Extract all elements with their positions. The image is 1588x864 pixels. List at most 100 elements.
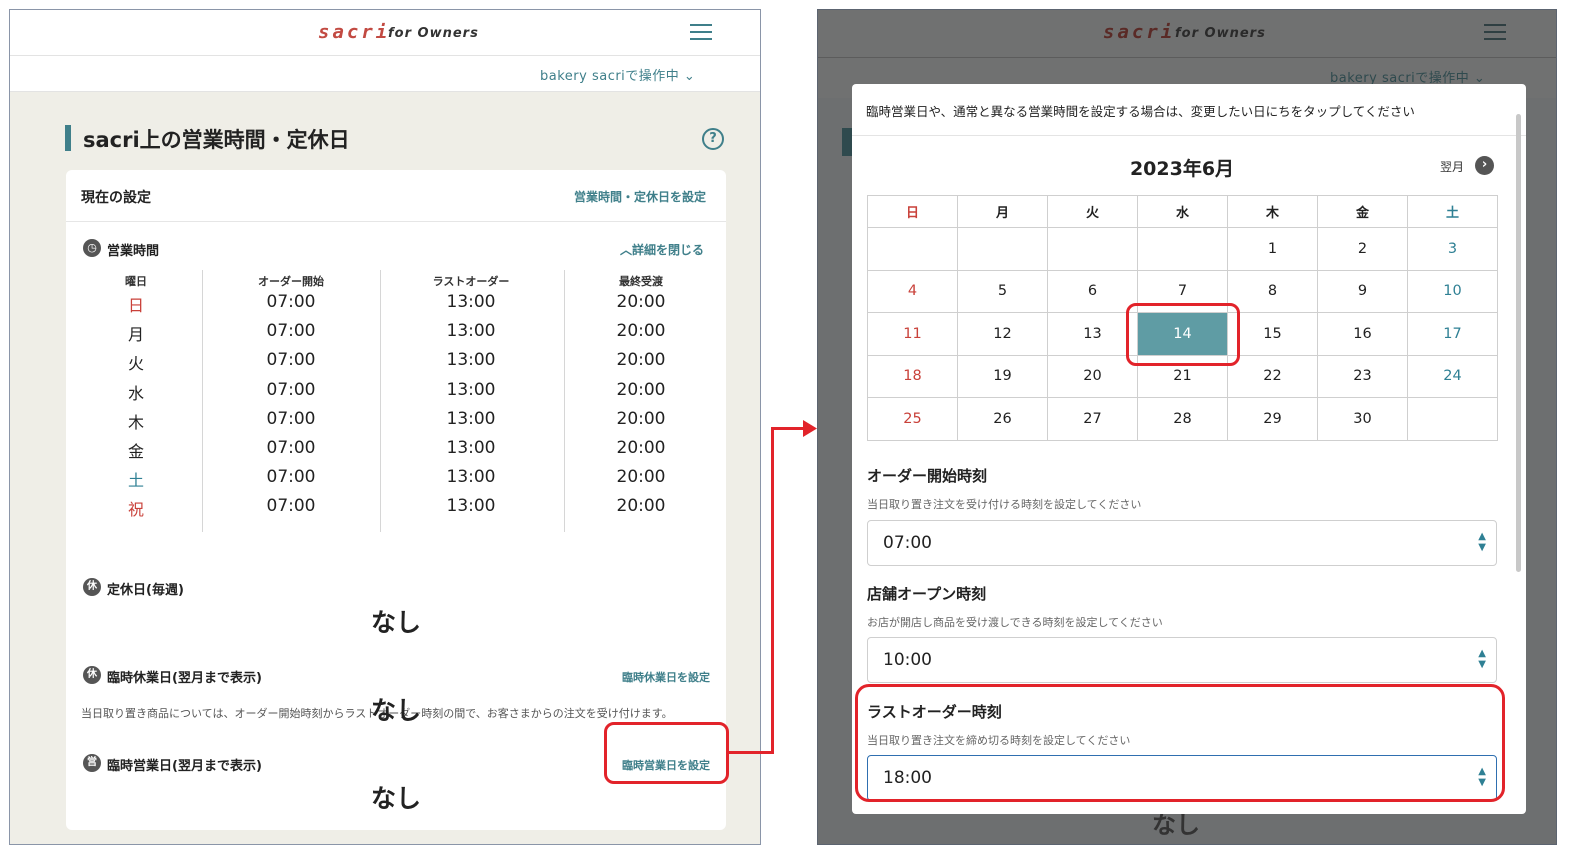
calendar-day[interactable]: 8 <box>1227 269 1318 313</box>
last-order-cell: 13:00 <box>446 379 496 400</box>
calendar-day[interactable]: 6 <box>1047 269 1138 313</box>
divider <box>202 270 203 532</box>
chevron-right-icon[interactable]: › <box>1475 156 1494 175</box>
calendar-day[interactable]: 19 <box>957 354 1048 398</box>
calendar-day[interactable]: 30 <box>1317 397 1408 441</box>
order-start-cell: 07:00 <box>266 379 316 400</box>
temp-closed-link[interactable]: 臨時休業日を設定 <box>622 669 710 685</box>
open-time-help: お店が開店し商品を受け渡しできる時刻を設定してください <box>867 616 1163 629</box>
calendar-day[interactable]: 17 <box>1407 312 1498 356</box>
last-order-cell: 13:00 <box>446 467 496 488</box>
final-delivery-cell: 20:00 <box>616 321 666 342</box>
open-icon: 営 <box>83 754 101 772</box>
weekday-header: 水 <box>1137 195 1228 228</box>
day-cell: 火 <box>127 354 144 374</box>
calendar-day[interactable]: 22 <box>1227 354 1318 398</box>
calendar-day[interactable]: 20 <box>1047 354 1138 398</box>
clock-icon: ◷ <box>83 239 101 257</box>
arrow-segment <box>771 427 774 754</box>
final-delivery-cell: 20:00 <box>616 379 666 400</box>
day-cell: 金 <box>127 442 144 461</box>
divider <box>564 270 565 532</box>
order-start-cell: 07:00 <box>266 438 316 458</box>
order-start-cell: 07:00 <box>266 292 316 312</box>
arrow-segment <box>729 751 774 754</box>
calendar-day[interactable]: 25 <box>867 397 958 441</box>
calendar-day[interactable]: 16 <box>1317 312 1408 356</box>
calendar-day[interactable]: 4 <box>867 269 958 313</box>
calendar-month: 2023年6月 <box>1129 158 1235 180</box>
calendar-day[interactable]: 18 <box>867 354 958 398</box>
last-order-cell: 13:00 <box>446 408 496 429</box>
calendar-day[interactable]: 2 <box>1317 227 1408 271</box>
divider <box>380 270 381 532</box>
calendar-day[interactable]: 24 <box>1407 354 1498 398</box>
scrollbar[interactable] <box>1516 114 1521 572</box>
final-delivery-cell: 20:00 <box>616 350 666 371</box>
calendar-day[interactable]: 5 <box>957 269 1048 313</box>
weekday-header: 月 <box>957 195 1048 228</box>
calendar-empty-cell <box>1407 397 1498 441</box>
store-selector[interactable]: bakery sacriで操作中 ⌄ <box>540 65 695 84</box>
calendar-day[interactable]: 27 <box>1047 397 1138 441</box>
calendar-day[interactable]: 29 <box>1227 397 1318 441</box>
next-month-label[interactable]: 翌月 <box>1440 158 1464 175</box>
open-time-select[interactable]: 10:00 ▲ ▼ <box>867 637 1497 683</box>
left-screen: sacri for Owners bakery sacriで操作中 ⌄ sacr… <box>9 9 761 845</box>
calendar-day[interactable]: 26 <box>957 397 1048 441</box>
logo-subtitle: for Owners <box>1175 26 1266 41</box>
help-icon[interactable]: ? <box>702 128 724 150</box>
page-title: sacri上の営業時間・定休日 <box>83 128 350 152</box>
weekday-header: 土 <box>1407 195 1498 228</box>
col-header-day: 曜日 <box>125 275 147 288</box>
day-cell: 日 <box>127 296 144 315</box>
order-start-select[interactable]: 07:00 ▲ ▼ <box>867 520 1497 566</box>
calendar-empty-cell <box>1047 227 1138 271</box>
highlight-box <box>855 684 1505 802</box>
weekday-header: 金 <box>1317 195 1408 228</box>
close-details-link[interactable]: ︿詳細を閉じる <box>620 241 704 258</box>
logo: sacri <box>318 21 391 43</box>
order-start-cell: 07:00 <box>266 408 316 429</box>
select-arrows-icon: ▲ ▼ <box>1478 648 1486 670</box>
title-accent-bar <box>65 125 71 151</box>
day-cell: 祝 <box>127 500 144 520</box>
app-header: sacri for Owners <box>10 10 760 56</box>
calendar-day[interactable]: 3 <box>1407 227 1498 271</box>
arrow-head-icon <box>803 420 817 437</box>
title-accent-bar <box>842 128 852 156</box>
arrow-segment <box>771 427 807 430</box>
day-cell: 木 <box>127 412 144 432</box>
set-hours-link[interactable]: 営業時間・定休日を設定 <box>574 188 706 205</box>
weekday-header: 木 <box>1227 195 1318 228</box>
hamburger-menu-icon[interactable] <box>1484 24 1506 40</box>
hamburger-menu-icon[interactable] <box>690 24 712 40</box>
rest-icon: 休 <box>83 666 101 684</box>
calendar-day[interactable]: 28 <box>1137 397 1228 441</box>
final-delivery-cell: 20:00 <box>616 408 666 429</box>
chevron-up-icon: ︿ <box>620 243 633 257</box>
last-order-cell: 13:00 <box>446 438 496 458</box>
calendar-empty-cell <box>1137 227 1228 271</box>
order-start-cell: 07:00 <box>266 496 316 517</box>
calendar-day[interactable]: 13 <box>1047 312 1138 356</box>
card-title: 現在の設定 <box>81 190 151 206</box>
calendar-day[interactable]: 15 <box>1227 312 1318 356</box>
calendar-day[interactable]: 10 <box>1407 269 1498 313</box>
select-arrows-icon: ▲ ▼ <box>1478 531 1486 553</box>
calendar-day[interactable]: 11 <box>867 312 958 356</box>
card-header: 現在の設定 営業時間・定休日を設定 <box>66 170 726 222</box>
last-order-cell: 13:00 <box>446 350 496 371</box>
calendar-day[interactable]: 23 <box>1317 354 1408 398</box>
store-bar: bakery sacriで操作中 ⌄ <box>10 56 760 92</box>
app-header-dimmed: sacri for Owners <box>818 10 1556 58</box>
temp-closed-label: 臨時休業日(翌月まで表示) <box>107 671 262 686</box>
order-start-label: オーダー開始時刻 <box>867 467 988 485</box>
calendar-day[interactable]: 12 <box>957 312 1048 356</box>
calendar-day[interactable]: 9 <box>1317 269 1408 313</box>
last-order-cell: 13:00 <box>446 496 496 517</box>
calendar-day[interactable]: 1 <box>1227 227 1318 271</box>
weekday-header: 日 <box>867 195 958 228</box>
final-delivery-cell: 20:00 <box>616 496 666 517</box>
order-start-value: 07:00 <box>883 533 932 553</box>
